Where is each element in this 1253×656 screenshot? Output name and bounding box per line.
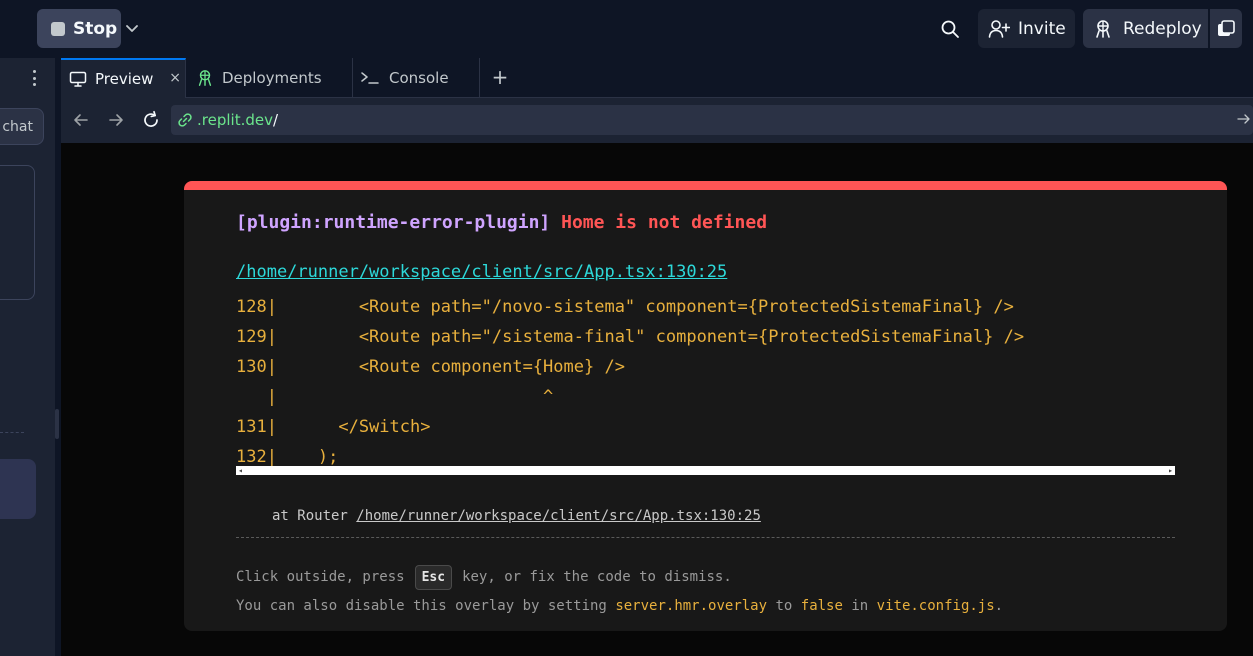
setting-name: server.hmr.overlay xyxy=(615,598,768,614)
code-line: 128| <Route path="/novo-sistema" compone… xyxy=(236,297,1014,317)
config-file: vite.config.js xyxy=(876,598,995,614)
tip-text: in xyxy=(851,598,869,614)
setting-value: false xyxy=(800,598,843,614)
esc-key: Esc xyxy=(414,564,453,590)
invite-label: Invite xyxy=(1018,18,1066,39)
tab-console[interactable]: Console xyxy=(353,58,480,98)
code-frame: 128| <Route path="/novo-sistema" compone… xyxy=(236,292,1024,472)
url-host: .replit.dev xyxy=(197,111,273,129)
forward-arrow-icon[interactable] xyxy=(106,110,126,130)
error-overlay[interactable]: [plugin:runtime-error-plugin] Home is no… xyxy=(184,181,1227,631)
code-line: 131| </Switch> xyxy=(236,417,431,437)
scroll-left-icon[interactable]: ◂ xyxy=(238,466,243,475)
search-icon xyxy=(941,20,959,38)
stack-prefix: at Router xyxy=(272,508,348,524)
redeploy-button[interactable]: Redeploy xyxy=(1083,9,1208,48)
more-options-icon[interactable] xyxy=(26,68,42,88)
tab-preview[interactable]: Preview × xyxy=(61,58,186,98)
deployments-icon xyxy=(198,70,212,86)
error-title: [plugin:runtime-error-plugin] Home is no… xyxy=(236,212,767,233)
redeploy-label: Redeploy xyxy=(1123,18,1202,39)
tip-text: key, or fix the code to dismiss. xyxy=(462,569,732,585)
stop-label: Stop xyxy=(73,18,118,39)
url-field[interactable]: .replit.dev/ xyxy=(171,105,1253,135)
dismiss-tip: Click outside, press Esc key, or fix the… xyxy=(236,562,732,592)
search-button[interactable] xyxy=(932,11,968,47)
browser-toolbar: .replit.dev/ xyxy=(61,98,1253,143)
active-list-item[interactable] xyxy=(0,459,36,519)
stop-icon xyxy=(51,21,65,36)
chevron-down-icon[interactable] xyxy=(124,20,140,36)
deploy-options-button[interactable] xyxy=(1210,9,1242,48)
disable-overlay-tip: You can also disable this overlay by set… xyxy=(236,598,1003,614)
add-tab-button[interactable]: + xyxy=(489,65,511,89)
chat-input-box[interactable] xyxy=(0,165,35,300)
tab-label: Console xyxy=(389,69,449,87)
error-message: Home is not defined xyxy=(561,212,768,233)
add-user-icon xyxy=(988,19,1010,38)
stack-trace: at Router /home/runner/workspace/client/… xyxy=(272,508,761,524)
terminal-icon xyxy=(361,72,379,84)
tip-text: Click outside, press xyxy=(236,569,405,585)
divider xyxy=(236,537,1175,538)
tab-deployments[interactable]: Deployments xyxy=(186,58,353,98)
horizontal-scrollbar[interactable]: ◂ ▸ xyxy=(236,466,1175,475)
scroll-right-icon[interactable]: ▸ xyxy=(1168,466,1173,475)
plugin-name: [plugin:runtime-error-plugin] xyxy=(236,212,551,233)
monitor-icon xyxy=(69,71,87,87)
top-bar: Stop Invite Redeploy xyxy=(0,0,1253,58)
windows-icon xyxy=(1218,19,1235,36)
tab-label: Preview xyxy=(95,70,154,88)
error-file-link[interactable]: /home/runner/workspace/client/src/App.ts… xyxy=(236,262,727,282)
code-line: | ^ xyxy=(236,387,554,407)
tip-text: You can also disable this overlay by set… xyxy=(236,598,607,614)
new-chat-button[interactable]: chat xyxy=(0,108,44,145)
refresh-icon[interactable] xyxy=(141,110,161,130)
stop-button[interactable]: Stop xyxy=(37,9,121,48)
left-panel: chat xyxy=(0,58,55,656)
link-icon xyxy=(178,113,192,127)
deploy-icon xyxy=(1096,19,1110,38)
back-arrow-icon[interactable] xyxy=(71,110,91,130)
go-arrow-icon[interactable] xyxy=(1237,111,1251,127)
stack-file-link[interactable]: /home/runner/workspace/client/src/App.ts… xyxy=(356,508,761,524)
url-path: / xyxy=(272,111,279,129)
tip-text: . xyxy=(994,598,1004,614)
code-line: 130| <Route component={Home} /> xyxy=(236,357,625,377)
panel-resize-handle[interactable] xyxy=(55,409,59,439)
tip-text: to xyxy=(775,598,793,614)
divider xyxy=(0,432,24,433)
close-icon[interactable]: × xyxy=(169,70,181,86)
invite-button[interactable]: Invite xyxy=(978,9,1075,48)
code-line: 129| <Route path="/sistema-final" compon… xyxy=(236,327,1025,347)
chat-label: chat xyxy=(2,118,33,135)
tab-bar: Preview × Deployments Console + xyxy=(61,58,1253,98)
tab-label: Deployments xyxy=(222,69,322,87)
